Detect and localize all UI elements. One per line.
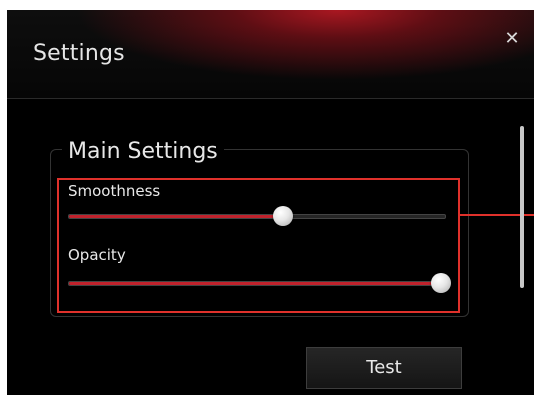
close-icon: ✕ [504, 28, 520, 49]
test-button[interactable]: Test [306, 347, 462, 389]
settings-window: Settings ✕ Main Settings Smoothness Opac… [7, 10, 534, 395]
close-button[interactable]: ✕ [501, 28, 523, 50]
header-divider [7, 98, 534, 99]
highlight-box [57, 178, 460, 313]
vertical-scrollbar[interactable] [520, 126, 524, 288]
window-title: Settings [33, 41, 125, 66]
main-settings-title: Main Settings [62, 137, 224, 167]
